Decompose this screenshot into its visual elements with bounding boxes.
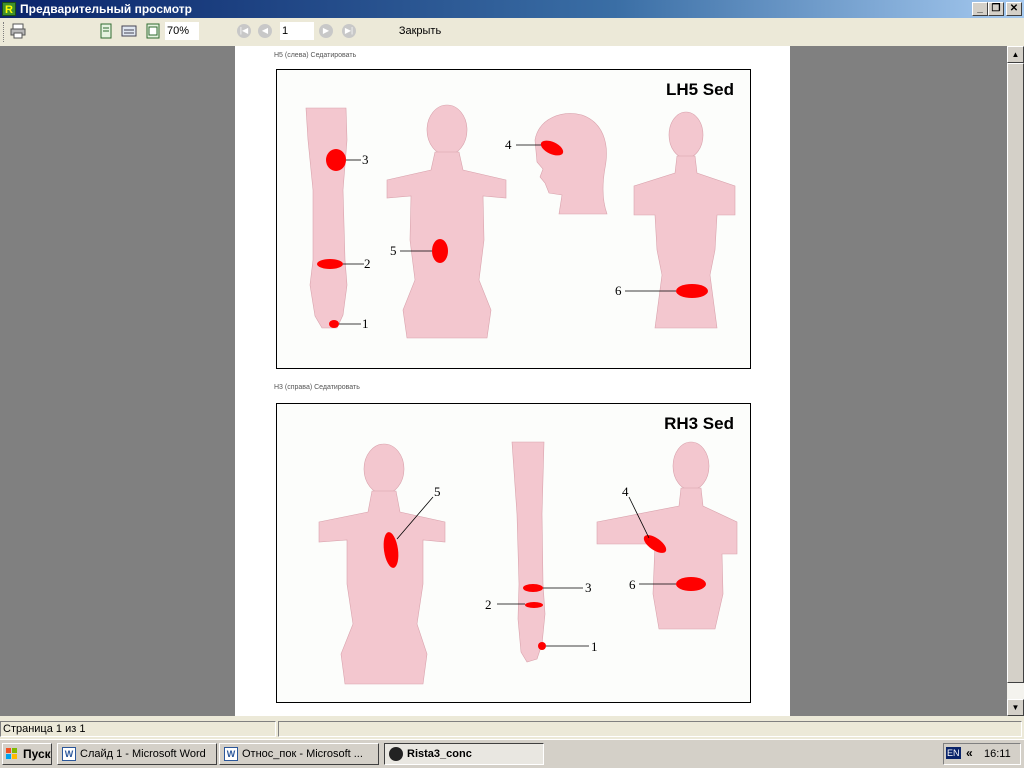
- page-number-field[interactable]: 1: [280, 22, 314, 40]
- word-icon: W: [62, 747, 76, 761]
- zoom-page-icon[interactable]: [145, 23, 161, 39]
- preview-viewport: Н5 (слева) Седатировать LH5 Sed 3 2 1 5 …: [0, 46, 1007, 716]
- acupoint-figures-lh5: 3 2 1 5 4 6: [305, 104, 736, 339]
- close-window-button[interactable]: ✕: [1006, 2, 1022, 16]
- task-label: Слайд 1 - Microsoft Word: [80, 748, 206, 760]
- panel-title: RH3 Sed: [664, 414, 734, 433]
- print-icon[interactable]: [10, 23, 26, 39]
- acupoint-figures-rh3: 5 3 2 1 4 6: [318, 441, 738, 685]
- point-label: 4: [505, 137, 512, 152]
- acupoint-1: [538, 642, 546, 650]
- page-status: Страница 1 из 1: [0, 721, 276, 737]
- start-label: Пуск: [23, 747, 51, 761]
- point-label: 4: [622, 484, 629, 499]
- arm-figure: 3 2 1: [485, 441, 598, 663]
- taskbar-button-word-2[interactable]: W Относ_пок - Microsoft ...: [219, 743, 379, 765]
- point-label: 2: [364, 256, 371, 271]
- acupoint-5: [432, 239, 448, 263]
- preview-toolbar: 70% |◀ ◀ 1 ▶ ▶| Закрыть: [0, 18, 1024, 47]
- last-page-icon[interactable]: ▶|: [342, 24, 356, 38]
- section-caption: Н3 (справа) Седатировать: [274, 384, 360, 391]
- single-page-icon[interactable]: [98, 23, 114, 39]
- acupoint-2: [317, 259, 343, 269]
- point-label: 6: [615, 283, 622, 298]
- scroll-down-icon[interactable]: ▼: [1007, 699, 1024, 716]
- point-label: 1: [362, 316, 369, 331]
- point-label: 3: [362, 152, 369, 167]
- acupoint-1: [329, 320, 339, 328]
- point-label: 5: [390, 243, 397, 258]
- window-title: Предварительный просмотр: [20, 2, 192, 16]
- minimize-button[interactable]: _: [972, 2, 988, 16]
- prev-page-icon[interactable]: ◀: [258, 24, 272, 38]
- torso-figure: 4 6: [596, 441, 738, 630]
- word-icon: W: [224, 747, 238, 761]
- zoom-field[interactable]: 70%: [165, 22, 199, 40]
- point-label: 2: [485, 597, 492, 612]
- vertical-scrollbar[interactable]: ▲ ▼: [1007, 46, 1024, 716]
- clock: 16:11: [984, 748, 1011, 760]
- point-label: 1: [591, 639, 598, 654]
- tray-expand-icon[interactable]: «: [966, 746, 973, 760]
- windows-logo-icon: [6, 748, 17, 759]
- taskbar-button-word-1[interactable]: W Слайд 1 - Microsoft Word: [57, 743, 217, 765]
- next-page-icon[interactable]: ▶: [319, 24, 333, 38]
- status-bar: Страница 1 из 1: [0, 719, 1024, 739]
- head-figure: 4: [505, 113, 608, 215]
- app-icon: R: [2, 2, 16, 16]
- arm-figure: 3 2 1: [305, 107, 371, 331]
- back-figure: 5: [386, 104, 507, 339]
- section-caption: Н5 (слева) Седатировать: [274, 52, 357, 59]
- acupoint-3: [326, 149, 346, 171]
- point-label: 3: [585, 580, 592, 595]
- diagram-panel-rh3: RH3 Sed 5 3 2 1 4 6: [276, 403, 751, 703]
- task-label: Rista3_conc: [407, 748, 472, 760]
- page-width-icon[interactable]: [121, 23, 137, 39]
- taskbar: Пуск W Слайд 1 - Microsoft Word W Относ_…: [0, 739, 1024, 768]
- point-label: 5: [434, 484, 441, 499]
- close-preview-button[interactable]: Закрыть: [392, 22, 448, 40]
- panel-title: LH5 Sed: [665, 80, 734, 99]
- acupoint-3: [523, 584, 543, 592]
- status-empty-cell: [278, 721, 1022, 737]
- start-button[interactable]: Пуск: [2, 743, 52, 765]
- scroll-up-icon[interactable]: ▲: [1007, 46, 1024, 63]
- restore-button[interactable]: ❐: [988, 2, 1004, 16]
- title-bar: R Предварительный просмотр _ ❐ ✕: [0, 0, 1024, 18]
- rista-icon: [389, 747, 403, 761]
- back-figure: 5: [318, 443, 446, 685]
- acupoint-6: [676, 577, 706, 591]
- toolbar-grip[interactable]: [3, 22, 6, 42]
- report-page: Н5 (слева) Седатировать LH5 Sed 3 2 1 5 …: [235, 46, 790, 716]
- point-label: 6: [629, 577, 636, 592]
- torso-figure: 6: [615, 111, 736, 329]
- taskbar-button-rista[interactable]: Rista3_conc: [384, 743, 544, 765]
- system-tray: EN « 16:11: [943, 743, 1021, 765]
- acupoint-2: [525, 602, 543, 608]
- language-indicator[interactable]: EN: [946, 747, 961, 759]
- first-page-icon[interactable]: |◀: [237, 24, 251, 38]
- task-label: Относ_пок - Microsoft ...: [242, 748, 363, 760]
- scroll-thumb[interactable]: [1007, 63, 1024, 683]
- acupoint-6: [676, 284, 708, 298]
- diagram-panel-lh5: LH5 Sed 3 2 1 5 4 6: [276, 69, 751, 369]
